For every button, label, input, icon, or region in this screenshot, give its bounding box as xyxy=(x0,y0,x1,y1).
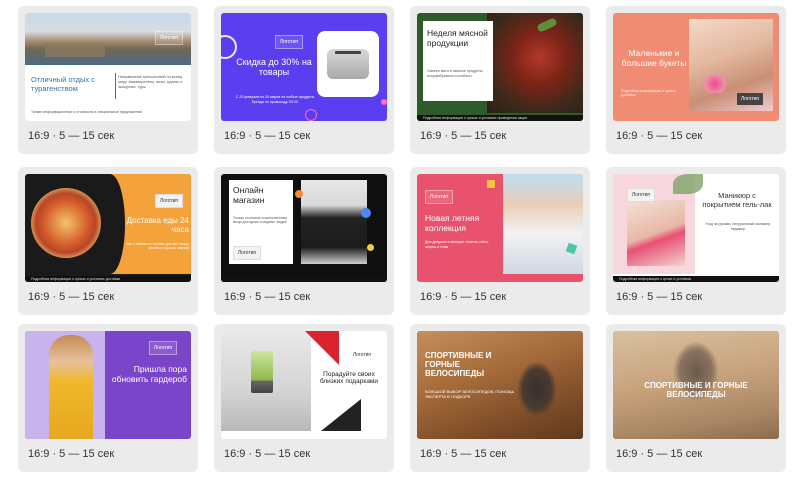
card-body: Мы с любовью готовим для вас пиццу, ролл… xyxy=(126,242,189,251)
card-heading: СПОРТИВНЫЕ И ГОРНЫЕ ВЕЛОСИПЕДЫ xyxy=(425,351,492,379)
template-card-travel[interactable]: Логотип Отличный отдых с турагенством На… xyxy=(18,6,198,154)
template-card-discount[interactable]: Логотип Скидка до 30% на товары С 20 фев… xyxy=(214,6,394,154)
decor-square xyxy=(487,180,495,188)
card-meta: 16:9 · 5 — 15 сек xyxy=(616,448,703,460)
biker-shape xyxy=(517,361,557,417)
card-heading: СПОРТИВНЫЕ И ГОРНЫЕ ВЕЛОСИПЕДЫ xyxy=(644,381,748,400)
template-thumbnail: Маленькие и большие букеты Логотип Подро… xyxy=(613,13,779,121)
card-meta: 16:9 · 5 — 15 сек xyxy=(224,448,311,460)
biker-photo xyxy=(417,331,583,439)
card-fine-print: Подробная информация о сроках и условиях… xyxy=(423,116,528,120)
card-body: Уход за руками, натуральный маникюр, пед… xyxy=(704,222,772,231)
leaf-decor xyxy=(673,174,703,194)
card-body: Направление путешествий по всему миру. А… xyxy=(118,75,183,89)
flowers-decor xyxy=(701,75,729,93)
card-meta: 16:9 · 5 — 15 сек xyxy=(420,448,507,460)
template-card-summer[interactable]: Логотип Новая летняя коллекция Для девуш… xyxy=(410,167,590,315)
logo-placeholder: Логотип xyxy=(155,194,183,208)
town-shape xyxy=(45,43,105,57)
pizza-image xyxy=(31,188,101,258)
toaster-panel xyxy=(317,31,379,97)
card-meta: 16:9 · 5 — 15 сек xyxy=(420,291,507,303)
model-photo xyxy=(301,180,367,264)
decor-ring xyxy=(221,35,237,59)
meat-photo xyxy=(487,13,583,113)
woman-photo xyxy=(49,335,93,439)
template-thumbnail: Неделя мясной продукции Свежее мясо и мя… xyxy=(417,13,583,121)
template-thumbnail: Логотип Пришла пора обновить гардероб xyxy=(25,331,191,439)
template-thumbnail: Логотип Доставка еды 24 часа Мы с любовь… xyxy=(25,174,191,282)
decor-ring xyxy=(305,109,317,121)
template-card-manicure[interactable]: Логотип Маникюр с покрытием гель-лак Ухо… xyxy=(606,167,786,315)
template-thumbnail: СПОРТИВНЫЕ И ГОРНЫЕ ВЕЛОСИПЕДЫ БОЛЬШОЙ В… xyxy=(417,331,583,439)
card-meta: 16:9 · 5 — 15 сек xyxy=(28,448,115,460)
dark-triangle xyxy=(321,399,361,431)
card-meta: 16:9 · 5 — 15 сек xyxy=(28,130,115,142)
card-body: Свежее мясо и мясные продукты, полуфабри… xyxy=(427,69,484,78)
toaster-slot xyxy=(335,51,361,54)
blender-image xyxy=(251,351,273,393)
logo-placeholder: Логотип xyxy=(275,35,303,49)
logo-placeholder: Логотип xyxy=(233,246,261,260)
template-thumbnail: Логотип Новая летняя коллекция Для девуш… xyxy=(417,174,583,282)
decor-circle xyxy=(367,244,374,251)
template-card-gifts[interactable]: Логотип Порадуйте своих близких подаркам… xyxy=(214,324,394,472)
card-heading: Онлайн магазин xyxy=(233,185,265,205)
template-thumbnail: Онлайн магазин Только стильные и качеств… xyxy=(221,174,387,282)
decor-dot xyxy=(381,99,387,105)
card-heading: Неделя мясной продукции xyxy=(427,28,488,48)
card-meta: 16:9 · 5 — 15 сек xyxy=(28,291,115,303)
template-card-meat[interactable]: Неделя мясной продукции Свежее мясо и мя… xyxy=(410,6,590,154)
card-heading: Маленькие и большие букеты xyxy=(621,48,687,68)
decor-circle xyxy=(295,190,303,198)
card-fine-print: Подробная информация о сроках доставки xyxy=(621,89,676,97)
card-fine-print: Подробная информация о ценах и условиях xyxy=(619,277,692,281)
card-heading: Доставка еды 24 часа xyxy=(126,216,189,235)
logo-placeholder: Логотип xyxy=(627,188,655,202)
template-thumbnail: СПОРТИВНЫЕ И ГОРНЫЕ ВЕЛОСИПЕДЫ xyxy=(613,331,779,439)
card-body: Только стильные и качественные вещи для … xyxy=(233,216,288,225)
logo-placeholder: Логотип xyxy=(425,190,453,204)
logo-placeholder: Логотип xyxy=(737,93,763,105)
card-meta: 16:9 · 5 — 15 сек xyxy=(616,291,703,303)
card-meta: 16:9 · 5 — 15 сек xyxy=(616,130,703,142)
template-grid: Логотип Отличный отдых с турагенством На… xyxy=(0,0,800,481)
card-body: Для девушек и женщин: платья, юбки, шорт… xyxy=(425,240,489,249)
card-heading: Маникюр с покрытием гель-лак xyxy=(702,191,772,209)
divider xyxy=(115,73,116,99)
decor-circle xyxy=(361,208,371,218)
template-card-bikes[interactable]: СПОРТИВНЫЕ И ГОРНЫЕ ВЕЛОСИПЕДЫ БОЛЬШОЙ В… xyxy=(410,324,590,472)
template-thumbnail: Логотип Маникюр с покрытием гель-лак Ухо… xyxy=(613,174,779,282)
card-fine-print: Подробная информация о сроках и условиях… xyxy=(31,277,121,281)
template-card-wardrobe[interactable]: Логотип Пришла пора обновить гардероб 16… xyxy=(18,324,198,472)
card-heading: Новая летняя коллекция xyxy=(425,213,480,233)
card-meta: 16:9 · 5 — 15 сек xyxy=(224,291,311,303)
template-card-flowers[interactable]: Маленькие и большие букеты Логотип Подро… xyxy=(606,6,786,154)
card-body: БОЛЬШОЙ ВЫБОР ВЕЛОСИПЕДОВ, ПОМОЩЬ ЭКСПЕР… xyxy=(425,389,515,399)
logo-placeholder: Логотип xyxy=(349,349,375,361)
red-triangle xyxy=(305,331,339,365)
template-card-shop[interactable]: Онлайн магазин Только стильные и качеств… xyxy=(214,167,394,315)
template-thumbnail: Логотип Отличный отдых с турагенством На… xyxy=(25,13,191,121)
logo-placeholder: Логотип xyxy=(155,31,183,45)
hands-photo xyxy=(627,200,685,266)
template-card-food[interactable]: Логотип Доставка еды 24 часа Мы с любовь… xyxy=(18,167,198,315)
card-body: С 20 февраля по 20 марта на любые продук… xyxy=(235,95,315,104)
card-meta: 16:9 · 5 — 15 сек xyxy=(420,130,507,142)
card-heading: Пришла пора обновить гардероб xyxy=(111,364,187,384)
card-heading: Скидка до 30% на товары xyxy=(236,57,312,78)
card-heading: Порадуйте своих близких подарками xyxy=(319,371,379,386)
template-thumbnail: Логотип Скидка до 30% на товары С 20 фев… xyxy=(221,13,387,121)
template-card-bikes-alt[interactable]: СПОРТИВНЫЕ И ГОРНЫЕ ВЕЛОСИПЕДЫ 16:9 · 5 … xyxy=(606,324,786,472)
logo-placeholder: Логотип xyxy=(149,341,177,355)
card-heading: Отличный отдых с турагенством xyxy=(31,75,95,93)
footer-bar xyxy=(221,276,387,282)
template-thumbnail: Логотип Порадуйте своих близких подаркам… xyxy=(221,331,387,439)
card-meta: 16:9 · 5 — 15 сек xyxy=(224,130,311,142)
girls-photo xyxy=(503,174,583,274)
card-fine-print: Тонкие информационные о стоимости и спец… xyxy=(31,110,142,114)
